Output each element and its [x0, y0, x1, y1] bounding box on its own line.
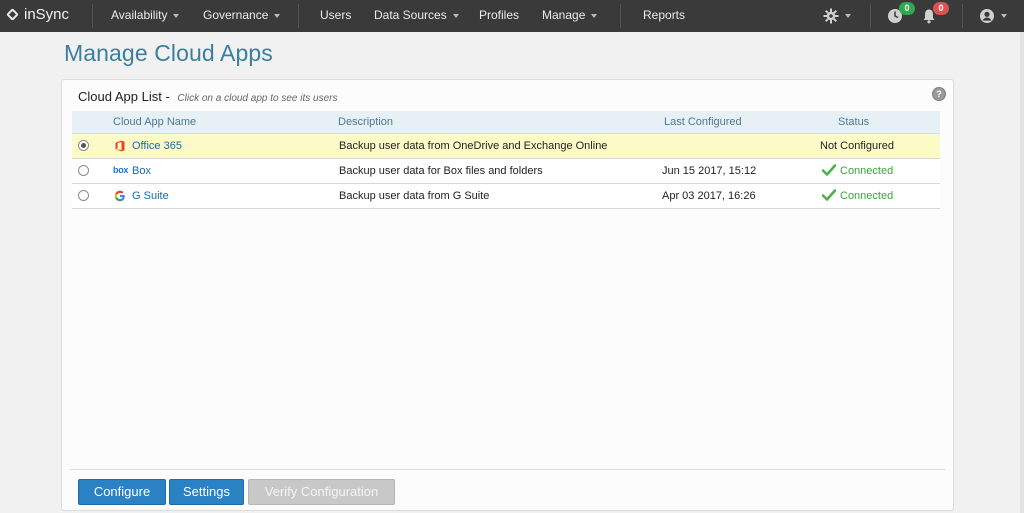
last-configured: Apr 03 2017, 16:26	[662, 190, 756, 202]
configure-button[interactable]: Configure	[78, 479, 166, 505]
nav-data-sources[interactable]: Data Sources	[374, 0, 459, 32]
page-title: Manage Cloud Apps	[64, 40, 273, 66]
nav-reports[interactable]: Reports	[643, 0, 685, 32]
gear-icon	[823, 8, 839, 24]
top-navbar: inSync Availability Governance Users Dat…	[0, 0, 1024, 32]
table-row[interactable]: G Suite Backup user data from G Suite Ap…	[72, 184, 940, 209]
nav-governance-label: Governance	[203, 8, 269, 22]
chevron-down-icon	[452, 13, 459, 18]
settings-menu[interactable]	[823, 0, 851, 32]
nav-availability[interactable]: Availability	[111, 0, 180, 32]
row-radio[interactable]	[78, 140, 89, 151]
chevron-down-icon	[173, 13, 180, 18]
box-icon: box	[113, 165, 129, 175]
nav-profiles-label: Profiles	[479, 8, 520, 22]
app-description: Backup user data for Box files and folde…	[339, 165, 543, 177]
logo-diamond-icon	[6, 8, 19, 21]
panel-heading: Cloud App List - Click on a cloud app to…	[78, 89, 338, 104]
nav-manage-label: Manage	[542, 8, 586, 22]
google-icon	[114, 190, 125, 202]
nav-divider	[870, 4, 871, 28]
nav-users[interactable]: Users	[320, 0, 351, 32]
user-menu[interactable]	[979, 0, 1007, 32]
chevron-down-icon	[1001, 13, 1007, 18]
chevron-down-icon	[274, 13, 281, 18]
table-row[interactable]: box Box Backup user data for Box files a…	[72, 159, 940, 184]
nav-users-label: Users	[320, 8, 352, 22]
user-avatar-icon	[980, 8, 994, 23]
insync-logo[interactable]: inSync	[6, 6, 70, 23]
nav-divider	[298, 4, 299, 28]
nav-data-sources-label: Data Sources	[374, 8, 447, 22]
app-name-link[interactable]: G Suite	[132, 190, 169, 202]
table-row[interactable]: Office 365 Backup user data from OneDriv…	[72, 134, 940, 159]
app-description: Backup user data from OneDrive and Excha…	[339, 140, 608, 152]
app-name-link[interactable]: Box	[132, 165, 151, 177]
footer-divider	[70, 469, 945, 470]
status-text: Not Configured	[820, 140, 894, 152]
cloud-apps-table: Cloud App Name Description Last Configur…	[72, 111, 940, 209]
status-text: Connected	[840, 190, 894, 202]
nav-divider	[620, 4, 621, 28]
checkmark-icon	[822, 189, 836, 201]
jobs-count-badge: 0	[899, 2, 915, 15]
alerts-count-badge: 0	[933, 2, 949, 15]
verify-configuration-button[interactable]: Verify Configuration	[248, 479, 395, 505]
chevron-down-icon	[591, 13, 598, 18]
office365-icon	[115, 140, 125, 152]
last-configured: Jun 15 2017, 15:12	[662, 165, 757, 177]
row-radio[interactable]	[78, 165, 89, 176]
column-header-name[interactable]: Cloud App Name	[113, 116, 196, 128]
nav-governance[interactable]: Governance	[203, 0, 281, 32]
table-header: Cloud App Name Description Last Configur…	[72, 111, 940, 134]
status-text: Connected	[840, 165, 894, 177]
nav-availability-label: Availability	[111, 8, 168, 22]
nav-divider	[962, 4, 963, 28]
panel-hint: Click on a cloud app to see its users	[177, 93, 338, 104]
settings-button[interactable]: Settings	[169, 479, 244, 505]
nav-divider	[92, 4, 93, 28]
app-name-link[interactable]: Office 365	[132, 140, 182, 152]
column-header-description[interactable]: Description	[338, 116, 393, 128]
column-header-last-configured[interactable]: Last Configured	[664, 116, 742, 128]
nav-reports-label: Reports	[643, 8, 686, 22]
chevron-down-icon	[845, 13, 851, 18]
row-radio[interactable]	[78, 190, 89, 201]
column-header-status[interactable]: Status	[838, 116, 869, 128]
cloud-app-list-panel: Cloud App List - Click on a cloud app to…	[61, 79, 954, 511]
app-description: Backup user data from G Suite	[339, 190, 490, 202]
page-scrollbar[interactable]	[1020, 32, 1024, 513]
panel-title: Cloud App List -	[78, 89, 170, 104]
logo-text: inSync	[24, 6, 70, 23]
nav-profiles[interactable]: Profiles	[479, 0, 519, 32]
checkmark-icon	[822, 164, 836, 176]
help-icon[interactable]: ?	[932, 87, 946, 101]
nav-manage[interactable]: Manage	[542, 0, 598, 32]
